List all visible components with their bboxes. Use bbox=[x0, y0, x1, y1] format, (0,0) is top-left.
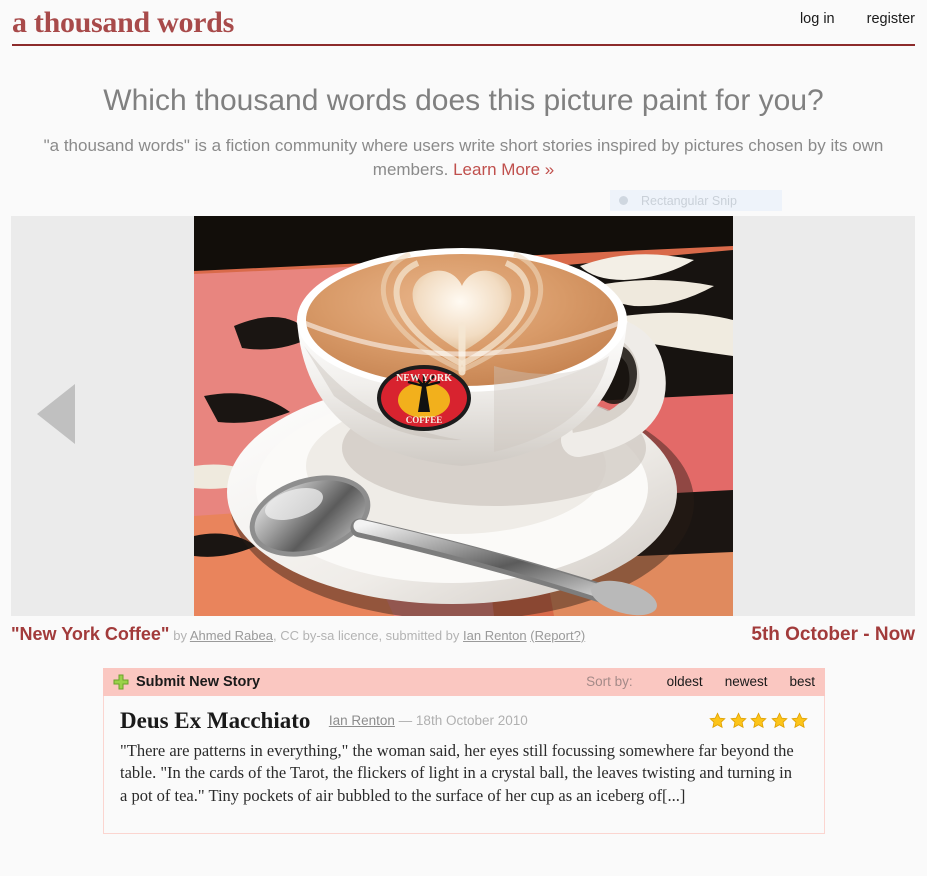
picture-title: "New York Coffee" bbox=[11, 624, 170, 644]
plus-icon bbox=[113, 674, 129, 690]
picture-stage: NEW YORK COFFEE bbox=[11, 216, 915, 616]
sort-option-best[interactable]: best bbox=[789, 674, 815, 689]
register-link[interactable]: register bbox=[867, 11, 915, 27]
picture-date-range: 5th October - Now bbox=[751, 624, 915, 645]
login-link[interactable]: log in bbox=[800, 11, 835, 27]
star-icon bbox=[791, 712, 808, 729]
story-list-item[interactable]: Deus Ex Macchiato Ian Renton — 18th Octo… bbox=[103, 696, 825, 834]
learn-more-link[interactable]: Learn More » bbox=[453, 160, 554, 179]
submitter-link[interactable]: Ian Renton bbox=[463, 628, 527, 643]
previous-image-arrow-icon[interactable] bbox=[37, 384, 75, 444]
star-icon bbox=[729, 712, 747, 729]
stories-panel-header: Submit New Story Sort by: oldest newest bes… bbox=[103, 668, 825, 696]
report-link[interactable]: (Report?) bbox=[530, 628, 585, 643]
picture-credit: by Ahmed Rabea, CC by-sa licence, submit… bbox=[173, 628, 585, 643]
snip-mode-icon bbox=[619, 196, 628, 205]
intro-blurb: "a thousand words" is a fiction communit… bbox=[11, 134, 916, 183]
star-icon bbox=[709, 712, 726, 729]
sort-by-label: Sort by: bbox=[586, 674, 633, 689]
star-icon bbox=[750, 712, 767, 729]
featured-picture[interactable]: NEW YORK COFFEE bbox=[194, 216, 733, 616]
submit-new-story-button[interactable]: Submit New Story bbox=[136, 674, 260, 690]
caption-credit: "New York Coffee" by Ahmed Rabea, CC by-… bbox=[11, 624, 585, 645]
sort-controls: Sort by: oldest newest best bbox=[586, 674, 815, 689]
snip-overlay-label: Rectangular Snip bbox=[641, 193, 737, 208]
svg-text:COFFEE: COFFEE bbox=[406, 415, 443, 425]
caption-by-word: by bbox=[173, 628, 187, 643]
site-title: a thousand words bbox=[12, 6, 234, 39]
top-nav: log in register bbox=[772, 11, 915, 27]
sort-option-newest[interactable]: newest bbox=[725, 674, 768, 689]
site-header: a thousand words log in register bbox=[0, 0, 927, 46]
picture-caption: "New York Coffee" by Ahmed Rabea, CC by-… bbox=[11, 624, 915, 648]
story-title-link[interactable]: Deus Ex Macchiato bbox=[120, 708, 310, 734]
page-title: Which thousand words does this picture p… bbox=[103, 84, 824, 117]
story-header: Deus Ex Macchiato Ian Renton — 18th Octo… bbox=[120, 708, 808, 738]
rectangular-snip-overlay[interactable]: Rectangular Snip bbox=[610, 190, 782, 211]
sort-option-oldest[interactable]: oldest bbox=[667, 674, 703, 689]
story-date: 18th October 2010 bbox=[415, 713, 528, 728]
story-byline-dash: — bbox=[398, 713, 413, 728]
intro-section: Which thousand words does this picture p… bbox=[0, 82, 927, 183]
story-excerpt: "There are patterns in everything," the … bbox=[120, 741, 794, 805]
story-byline: Ian Renton — 18th October 2010 bbox=[329, 713, 528, 728]
star-icon bbox=[770, 712, 788, 729]
caption-licence-text: , CC by-sa licence, submitted by bbox=[272, 628, 464, 643]
story-author-link[interactable]: Ian Renton bbox=[329, 713, 395, 728]
story-rating-stars[interactable] bbox=[709, 712, 808, 734]
stories-panel: Submit New Story Sort by: oldest newest bes… bbox=[103, 668, 825, 834]
svg-text:NEW YORK: NEW YORK bbox=[396, 373, 452, 384]
header-divider bbox=[12, 44, 915, 46]
photographer-link[interactable]: Ahmed Rabea bbox=[190, 628, 273, 643]
